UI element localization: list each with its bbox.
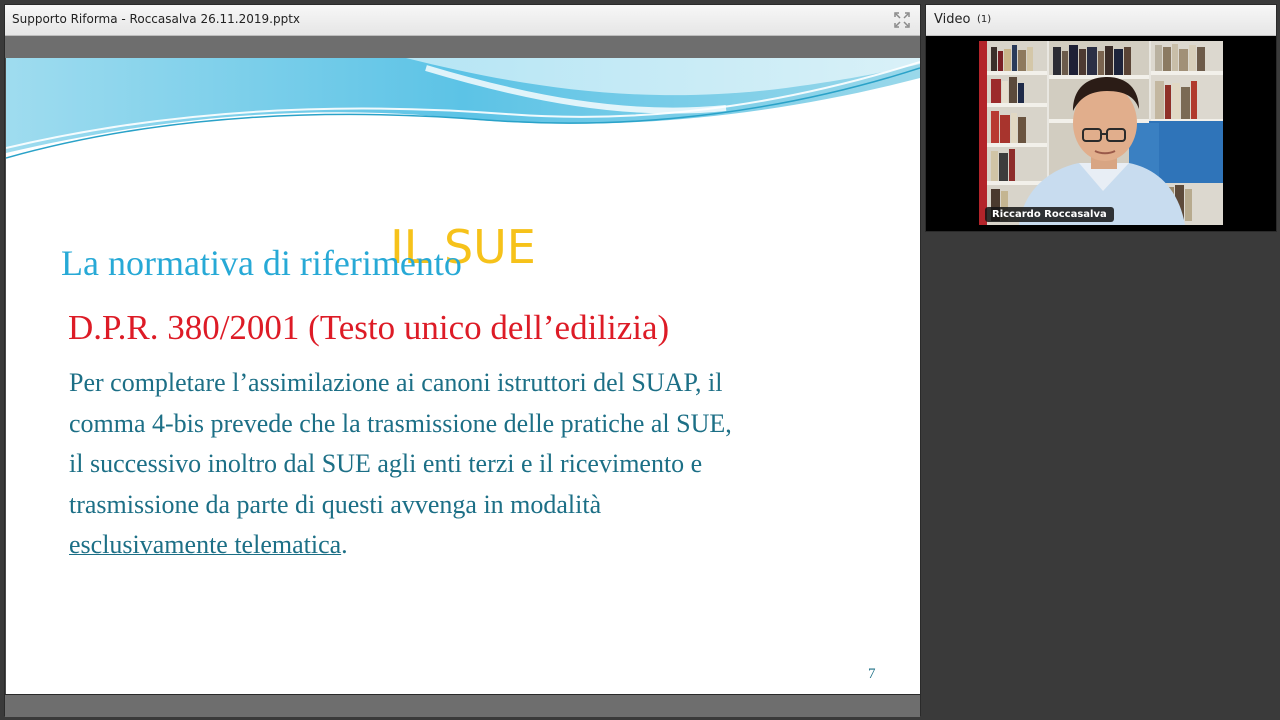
body-line: Per completare l’assimilazione ai canoni…	[69, 368, 723, 397]
body-line: comma 4-bis prevede che la trasmissione …	[69, 408, 732, 438]
participant-name-tag: Riccardo Roccasalva	[985, 207, 1114, 222]
webcam-image	[979, 41, 1223, 225]
slide-header-wave	[6, 58, 920, 159]
body-line: il successivo inoltro dal SUE agli enti …	[69, 449, 703, 478]
video-pod: Video (1) Riccardo Roccasalva	[925, 4, 1277, 232]
body-line-last: esclusivamente telematica.	[69, 525, 869, 566]
presentation-slide: IL SUE La normativa di riferimento D.P.R…	[6, 58, 920, 694]
video-pod-header[interactable]: Video (1)	[926, 5, 1276, 36]
expand-icon[interactable]	[894, 12, 910, 28]
share-pod: Supporto Riforma - Roccasalva 26.11.2019…	[4, 4, 921, 717]
share-pod-title: Supporto Riforma - Roccasalva 26.11.2019…	[12, 12, 301, 26]
share-pod-header[interactable]: Supporto Riforma - Roccasalva 26.11.2019…	[5, 5, 920, 36]
share-toolbar	[5, 36, 920, 58]
underlined-emphasis: esclusivamente telematica	[69, 530, 342, 559]
body-line: trasmissione da parte di questi avvenga …	[69, 489, 602, 519]
slide-body-text: Per completare l’assimilazione ai canoni…	[69, 363, 869, 566]
webcam-feed[interactable]: Riccardo Roccasalva	[979, 41, 1223, 225]
slide-subtitle: La normativa di riferimento	[61, 243, 462, 283]
video-participant-count: (1)	[977, 14, 992, 25]
slide-heading: D.P.R. 380/2001 (Testo unico dell’ediliz…	[68, 308, 670, 347]
body-line-tail: .	[341, 530, 348, 559]
slide-page-number: 7	[868, 666, 876, 682]
share-bottom-bar	[5, 694, 920, 717]
video-pod-title: Video	[934, 12, 971, 27]
